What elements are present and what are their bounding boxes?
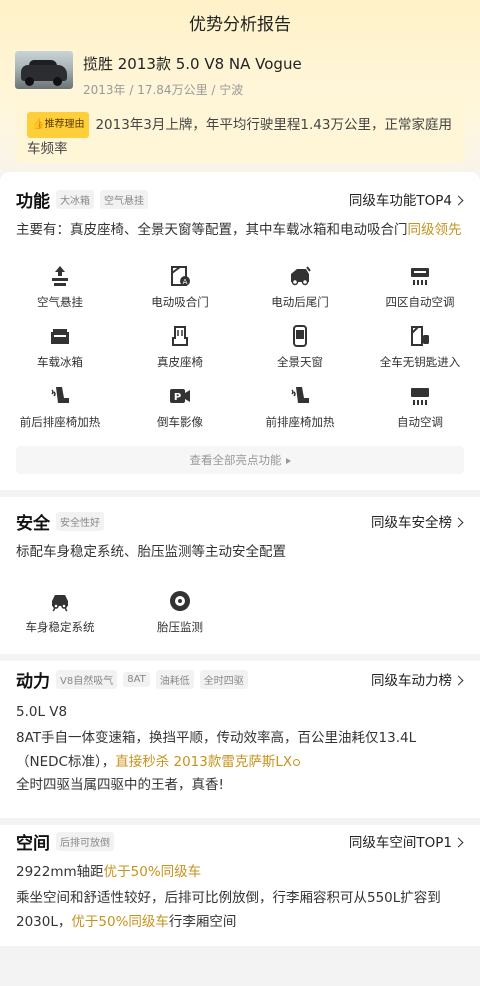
space-wheelbase: 2922mm轴距优于50%同级车 [16, 864, 202, 880]
recommend-reason-box: 👍推荐理由 2013年3月上牌，年平均行驶里程1.43万公里，正常家庭用车频率 [15, 103, 465, 163]
safety-desc: 标配车身稳定系统、胎压监测等主动安全配置 [16, 544, 286, 560]
power-tailgate-icon [291, 266, 311, 286]
car-thumbnail [15, 51, 73, 89]
features-title: 功能 [16, 192, 50, 212]
feature-item: P 倒车影像 [120, 384, 240, 430]
feature-item: 电动后尾门 [240, 264, 360, 310]
features-card: 功能 大冰箱 空气悬挂 同级车功能TOP4 主要有：真皮座椅、全景天窗等配置，其… [0, 172, 480, 490]
chevron-right-icon [453, 837, 464, 848]
space-desc: 乘坐空间和舒适性较好，后排可比例放倒，行李厢容积可从550L扩容到2030L，优… [16, 890, 441, 930]
front-seat-heating-icon [291, 387, 309, 403]
feature-item: 前后排座椅加热 [0, 384, 120, 430]
chevron-right-icon [453, 517, 464, 528]
power-desc-2: 全时四驱当属四驱中的王者，真香! [16, 777, 224, 793]
space-card: 空间 后排可放倒 同级车空间TOP1 2922mm轴距优于50%同级车 乘坐空间… [0, 818, 480, 946]
feature-item: 全景天窗 [240, 324, 360, 370]
stability-control-icon [52, 595, 68, 612]
chevron-right-icon [453, 195, 464, 206]
tire-pressure-icon [170, 591, 190, 611]
parking-camera-icon: P [170, 389, 190, 403]
svg-text:P: P [174, 392, 181, 403]
recommend-reason-text: 2013年3月上牌，年平均行驶里程1.43万公里，正常家庭用车频率 [27, 117, 452, 157]
safety-item: 车身稳定系统 [0, 589, 120, 635]
power-chip: 全时四驱 [199, 670, 248, 689]
soft-close-door-icon: A [171, 266, 190, 286]
chevron-right-icon [453, 675, 464, 686]
search-icon[interactable] [293, 759, 301, 766]
safety-item: 胎压监测 [120, 589, 240, 635]
features-chip: 空气悬挂 [100, 190, 148, 209]
car-meta: 2013年 / 17.84万公里 / 宁波 [83, 83, 244, 97]
page-title: 优势分析报告 [189, 15, 291, 35]
leather-seat-icon [172, 326, 188, 346]
car-name: 揽胜 2013款 5.0 V8 NA Vogue [83, 55, 302, 73]
features-desc: 主要有：真皮座椅、全景天窗等配置，其中车载冰箱和电动吸合门同级领先 [16, 222, 462, 238]
triangle-right-icon [285, 458, 291, 464]
feature-item: 车载冰箱 [0, 324, 120, 370]
features-rank-link[interactable]: 同级车功能TOP4 [349, 189, 464, 209]
keyless-entry-icon [411, 326, 429, 346]
feature-item: 四区自动空调 [360, 264, 480, 310]
feature-item: 真皮座椅 [120, 324, 240, 370]
car-summary[interactable]: 揽胜 2013款 5.0 V8 NA Vogue 2013年 / 17.84万公… [15, 51, 302, 98]
feature-item: 空气悬挂 [0, 264, 120, 310]
svg-text:A: A [183, 278, 188, 286]
power-chip: V8自然吸气 [56, 670, 118, 689]
safety-title: 安全 [16, 514, 50, 534]
safety-chip: 安全性好 [56, 512, 104, 531]
auto-ac-icon [411, 388, 429, 405]
power-engine: 5.0L V8 [16, 704, 68, 720]
power-title: 动力 [16, 672, 50, 692]
car-fridge-icon [51, 329, 69, 344]
power-chip: 8AT [123, 672, 150, 687]
recommend-reason-tag: 👍推荐理由 [27, 112, 90, 138]
power-chip: 油耗低 [155, 670, 194, 689]
space-rank-link[interactable]: 同级车空间TOP1 [349, 831, 464, 851]
feature-item: 前排座椅加热 [240, 384, 360, 430]
features-chip: 大冰箱 [56, 190, 94, 209]
power-card: 动力 V8自然吸气 8AT 油耗低 全时四驱 同级车动力榜 5.0L V8 8A… [0, 661, 480, 818]
feature-item: A 电动吸合门 [120, 264, 240, 310]
air-suspension-icon [52, 266, 68, 286]
view-all-features-button[interactable]: 查看全部亮点功能 [16, 446, 464, 474]
feature-item: 自动空调 [360, 384, 480, 430]
four-zone-ac-icon [411, 268, 429, 285]
feature-item: 全车无钥匙进入 [360, 324, 480, 370]
space-title: 空间 [16, 834, 50, 854]
power-desc: 8AT手自一体变速箱，换挡平顺，传动效率高，百公里油耗仅13.4L（NEDC标准… [16, 730, 417, 770]
space-chip: 后排可放倒 [56, 832, 114, 851]
seat-heating-icon [51, 387, 69, 403]
power-rank-link[interactable]: 同级车动力榜 [371, 669, 464, 689]
panoramic-sunroof-icon [293, 325, 307, 347]
safety-rank-link[interactable]: 同级车安全榜 [371, 511, 464, 531]
safety-card: 安全 安全性好 同级车安全榜 标配车身稳定系统、胎压监测等主动安全配置 车身稳定… [0, 497, 480, 654]
thumbs-up-icon: 👍 [32, 119, 45, 130]
